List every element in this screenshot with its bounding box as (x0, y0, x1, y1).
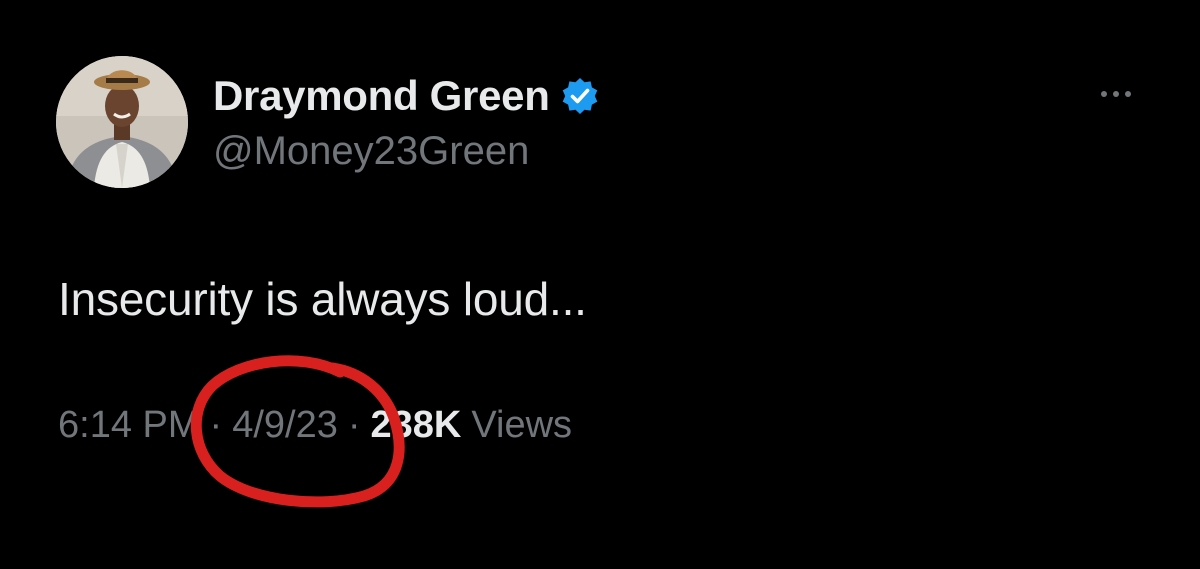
display-name[interactable]: Draymond Green (213, 72, 550, 120)
tweet-card: Draymond Green @Money23Green Insecurity … (0, 0, 1200, 569)
author-row: Draymond Green (213, 70, 600, 122)
tweet-meta: 6:14 PM · 4/9/23 · 238K Views (58, 404, 572, 447)
tweet-date[interactable]: 4/9/23 (232, 404, 338, 447)
tweet-time[interactable]: 6:14 PM (58, 404, 200, 447)
avatar-photo (56, 56, 188, 188)
tweet-text: Insecurity is always loud... (58, 273, 587, 325)
views-label: Views (471, 404, 573, 446)
more-horizontal-icon[interactable] (1094, 82, 1142, 106)
avatar[interactable] (56, 56, 188, 188)
meta-separator: · (209, 404, 223, 446)
verified-badge-icon (560, 76, 600, 116)
meta-separator: · (347, 404, 361, 446)
views-count[interactable]: 238K (371, 404, 462, 447)
author-handle[interactable]: @Money23Green (213, 129, 529, 174)
